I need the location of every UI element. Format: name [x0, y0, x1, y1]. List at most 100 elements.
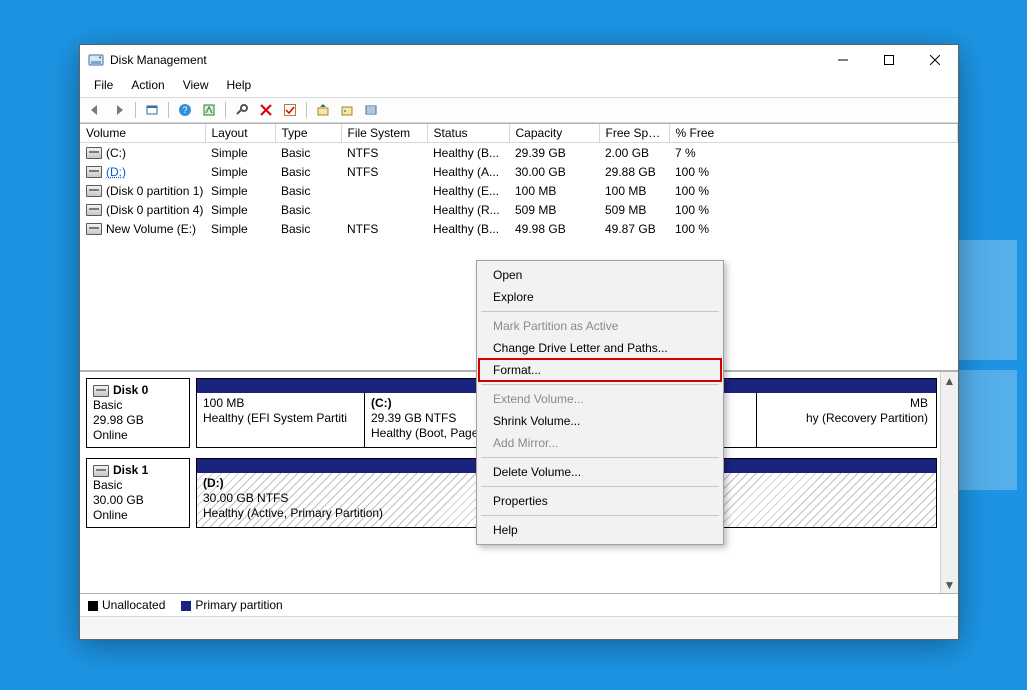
cm-open[interactable]: Open: [479, 264, 721, 286]
titlebar[interactable]: Disk Management: [80, 45, 958, 75]
close-button[interactable]: [912, 45, 958, 75]
volume-name: (Disk 0 partition 1): [106, 184, 203, 198]
cm-shrink[interactable]: Shrink Volume...: [479, 410, 721, 432]
menu-file[interactable]: File: [86, 77, 121, 93]
disk-icon: [93, 465, 109, 477]
cm-explore[interactable]: Explore: [479, 286, 721, 308]
volume-capacity: 49.98 GB: [509, 219, 599, 238]
cm-add-mirror: Add Mirror...: [479, 432, 721, 454]
volume-status: Healthy (E...: [427, 181, 509, 200]
action-wizard-button[interactable]: [198, 100, 220, 120]
col-volume[interactable]: Volume: [80, 124, 205, 143]
app-icon: [88, 52, 104, 68]
volume-free: 100 MB: [599, 181, 669, 200]
cm-extend: Extend Volume...: [479, 388, 721, 410]
volume-name: (C:): [106, 146, 126, 160]
context-menu: Open Explore Mark Partition as Active Ch…: [476, 260, 724, 545]
cm-delete[interactable]: Delete Volume...: [479, 461, 721, 483]
disk-0-name: Disk 0: [113, 383, 148, 398]
legend-swatch-primary: [181, 601, 191, 611]
volume-free: 29.88 GB: [599, 162, 669, 181]
col-type[interactable]: Type: [275, 124, 341, 143]
disk0-partition-1[interactable]: 100 MB Healthy (EFI System Partiti: [197, 393, 365, 447]
volume-capacity: 509 MB: [509, 200, 599, 219]
col-filesystem[interactable]: File System: [341, 124, 427, 143]
volume-free: 49.87 GB: [599, 219, 669, 238]
table-row[interactable]: (C:)SimpleBasicNTFSHealthy (B...29.39 GB…: [80, 143, 958, 163]
volume-free: 509 MB: [599, 200, 669, 219]
forward-button[interactable]: [108, 100, 130, 120]
delete-button[interactable]: [255, 100, 277, 120]
volume-type: Basic: [275, 219, 341, 238]
volume-name: New Volume (E:): [106, 222, 196, 236]
refresh-button[interactable]: [231, 100, 253, 120]
volume-pct: 100 %: [669, 162, 958, 181]
volume-pct: 100 %: [669, 219, 958, 238]
col-free-space[interactable]: Free Spa...: [599, 124, 669, 143]
minimize-button[interactable]: [820, 45, 866, 75]
volume-status: Healthy (B...: [427, 143, 509, 163]
legend-unallocated: Unallocated: [102, 598, 165, 612]
col-status[interactable]: Status: [427, 124, 509, 143]
cm-change-letter[interactable]: Change Drive Letter and Paths...: [479, 337, 721, 359]
volume-type: Basic: [275, 200, 341, 219]
volume-name: (Disk 0 partition 4): [106, 203, 203, 217]
disk-button[interactable]: [336, 100, 358, 120]
menu-action[interactable]: Action: [123, 77, 172, 93]
volume-fs: NTFS: [341, 143, 427, 163]
toolbar: ?: [80, 97, 958, 123]
disk-0-label[interactable]: Disk 0 Basic 29.98 GB Online: [86, 378, 190, 448]
volume-capacity: 29.39 GB: [509, 143, 599, 163]
scroll-down-icon[interactable]: ▼: [941, 576, 958, 593]
menu-view[interactable]: View: [175, 77, 217, 93]
drive-icon: [86, 166, 102, 178]
volume-pct: 100 %: [669, 181, 958, 200]
menu-help[interactable]: Help: [219, 77, 260, 93]
cm-properties[interactable]: Properties: [479, 490, 721, 512]
volume-fs: [341, 181, 427, 200]
legend: Unallocated Primary partition: [80, 593, 958, 616]
volume-status: Healthy (R...: [427, 200, 509, 219]
cm-format[interactable]: Format...: [479, 359, 721, 381]
disk-0-state: Online: [93, 428, 183, 443]
table-row[interactable]: (Disk 0 partition 1)SimpleBasicHealthy (…: [80, 181, 958, 200]
volume-fs: NTFS: [341, 162, 427, 181]
volume-status: Healthy (A...: [427, 162, 509, 181]
maximize-button[interactable]: [866, 45, 912, 75]
volume-layout: Simple: [205, 200, 275, 219]
scroll-up-icon[interactable]: ▲: [941, 372, 958, 389]
disk-1-type: Basic: [93, 478, 183, 493]
volume-status: Healthy (B...: [427, 219, 509, 238]
volume-type: Basic: [275, 143, 341, 163]
check-button[interactable]: [279, 100, 301, 120]
help-button[interactable]: ?: [174, 100, 196, 120]
col-pct-free[interactable]: % Free: [669, 124, 958, 143]
drive-icon: [86, 185, 102, 197]
menubar: File Action View Help: [80, 75, 958, 97]
volume-fs: NTFS: [341, 219, 427, 238]
vertical-scrollbar[interactable]: ▲ ▼: [940, 372, 958, 593]
volume-capacity: 100 MB: [509, 181, 599, 200]
table-row[interactable]: New Volume (E:) SimpleBasicNTFSHealthy (B…: [80, 219, 958, 238]
disk-1-state: Online: [93, 508, 183, 523]
table-row[interactable]: (Disk 0 partition 4)SimpleBasic Healthy (…: [80, 200, 958, 219]
settings-button[interactable]: [141, 100, 163, 120]
list-button[interactable]: [360, 100, 382, 120]
cm-help[interactable]: Help: [479, 519, 721, 541]
cm-mark-active: Mark Partition as Active: [479, 315, 721, 337]
back-button[interactable]: [84, 100, 106, 120]
volume-type: Basic: [275, 162, 341, 181]
disk0-partition-recovery[interactable]: MB hy (Recovery Partition): [757, 393, 936, 447]
svg-text:?: ?: [182, 105, 187, 115]
col-capacity[interactable]: Capacity: [509, 124, 599, 143]
statusbar: [80, 616, 958, 639]
disk-1-label[interactable]: Disk 1 Basic 30.00 GB Online: [86, 458, 190, 528]
rescan-button[interactable]: [312, 100, 334, 120]
col-layout[interactable]: Layout: [205, 124, 275, 143]
disk-1-size: 30.00 GB: [93, 493, 183, 508]
volume-layout: Simple: [205, 219, 275, 238]
table-row[interactable]: (D:)SimpleBasicNTFSHealthy (A...30.00 GB…: [80, 162, 958, 181]
window-title: Disk Management: [110, 53, 207, 67]
volume-type: Basic: [275, 181, 341, 200]
drive-icon: [86, 204, 102, 216]
